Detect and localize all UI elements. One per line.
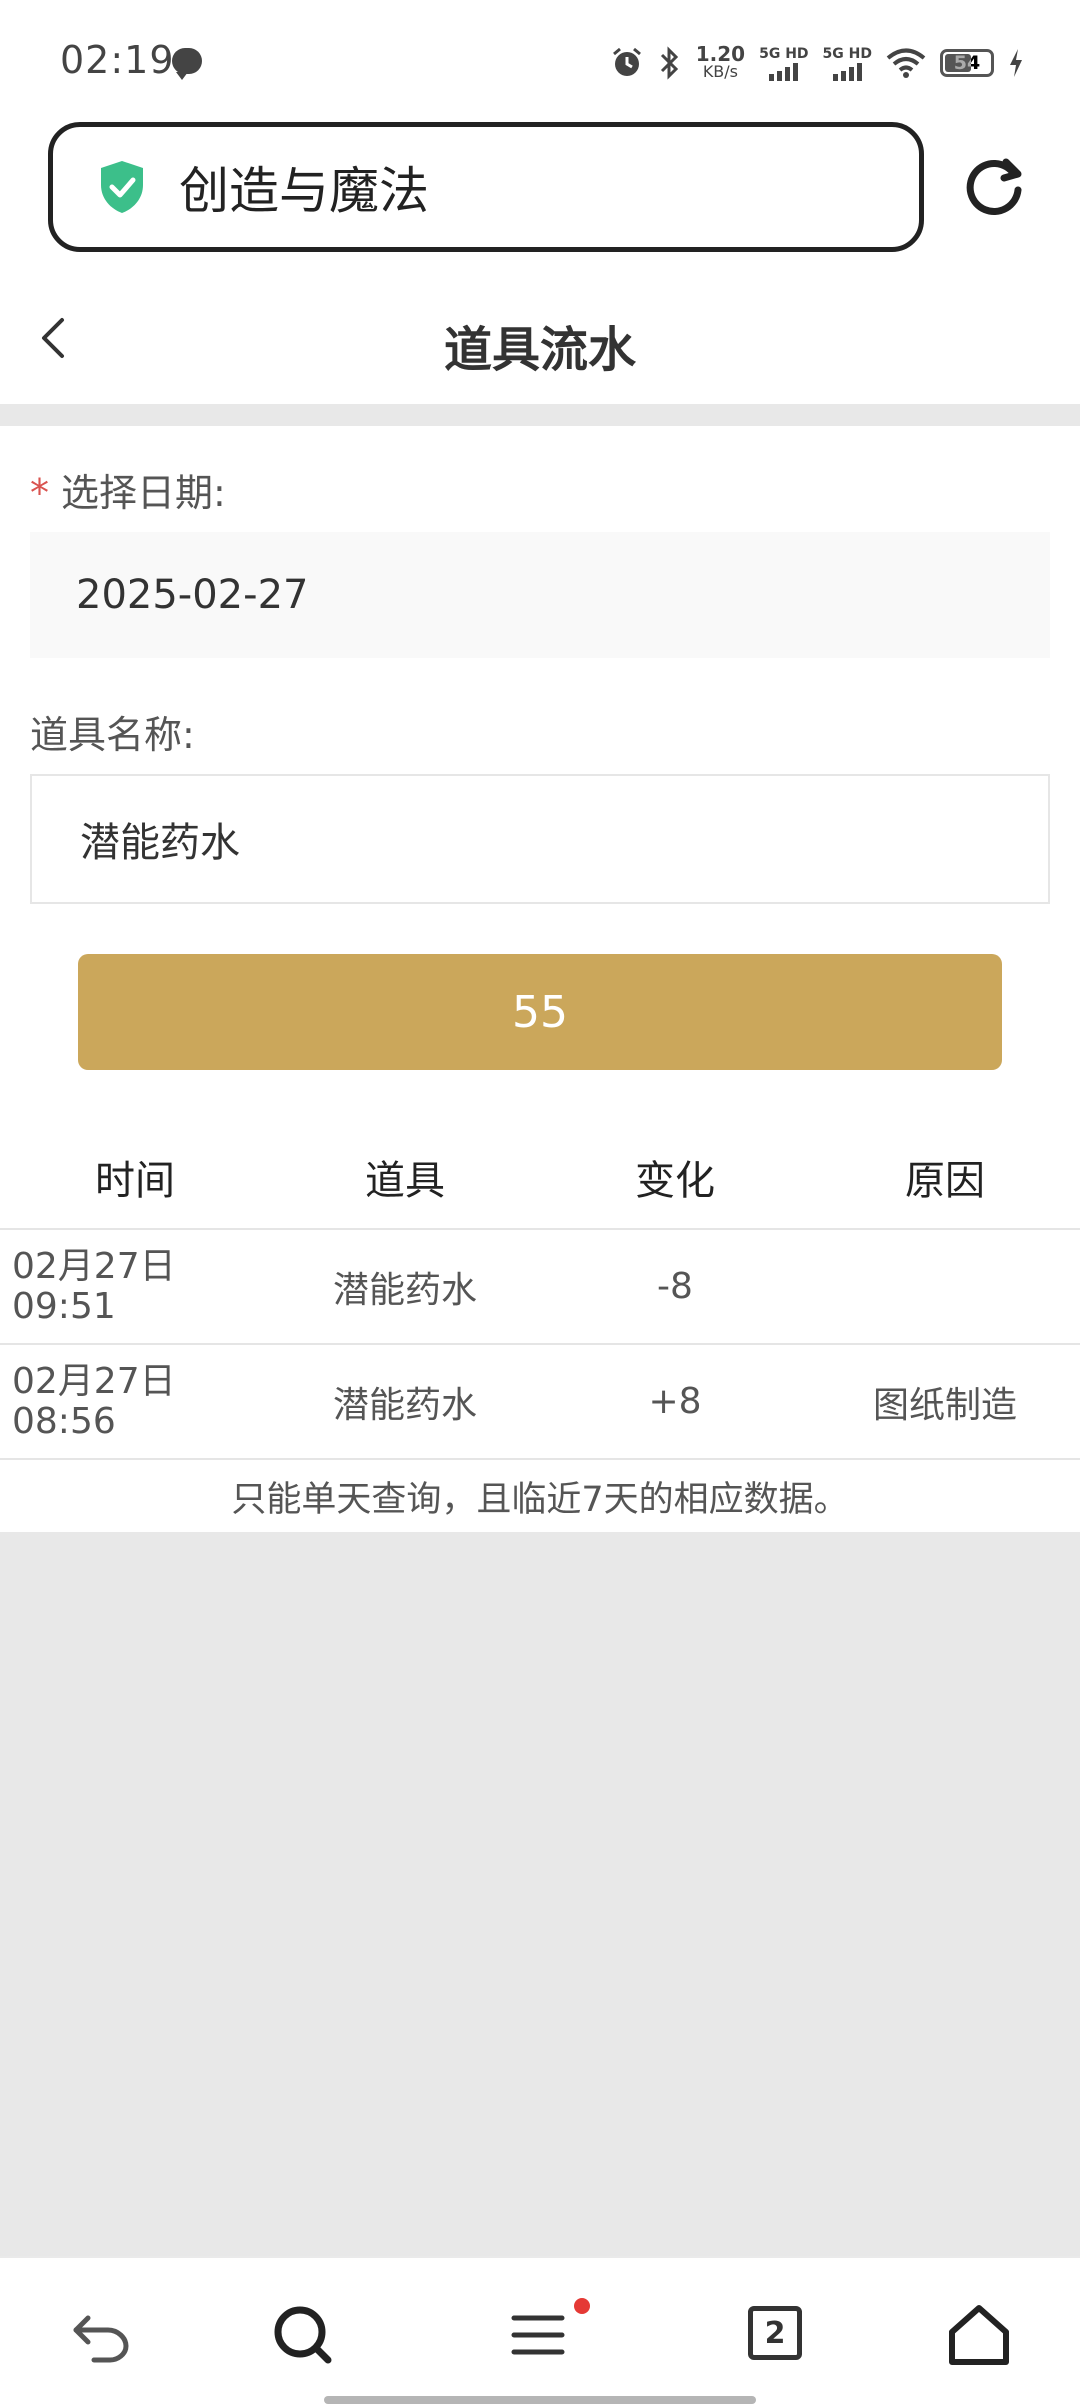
signal-bars-icon [769, 62, 799, 81]
cell-clock: 09:51 [12, 1285, 116, 1327]
shield-check-icon [101, 161, 143, 213]
notification-dot [574, 2298, 590, 2314]
signal-bars-icon [832, 62, 862, 81]
menu-icon[interactable] [504, 2300, 574, 2370]
required-mark: * [30, 471, 49, 515]
status-icons: 1.20 KB/s 5G HD 5G HD 54 [610, 40, 1024, 86]
cell-time: 02月27日 08:56 [0, 1360, 270, 1442]
sim1-signal: 5G HD [759, 45, 809, 81]
address-bar[interactable]: 创造与魔法 [48, 122, 924, 252]
bluetooth-icon [660, 46, 678, 80]
chat-icon [172, 48, 202, 80]
header-reason: 原因 [905, 1158, 985, 1204]
refresh-icon[interactable] [962, 154, 1028, 220]
table-row: 02月27日 08:56 潜能药水 +8 图纸制造 [0, 1345, 1080, 1460]
alarm-icon [612, 47, 641, 76]
cell-clock: 08:56 [12, 1400, 116, 1442]
cell-change: -8 [657, 1266, 693, 1307]
status-time: 02:19 [60, 38, 175, 82]
wifi-icon [886, 48, 926, 78]
page: 02:19 1.20 KB/s 5G HD 5G HD 54 创造与魔法 道具流… [0, 0, 1080, 2408]
submit-button[interactable]: 55 [78, 954, 1002, 1070]
bottom-nav: 2 [0, 2256, 1080, 2408]
cell-item: 潜能药水 [332, 1269, 477, 1311]
item-name-value: 潜能药水 [80, 820, 240, 866]
table-row: 02月27日 09:51 潜能药水 -8 [0, 1230, 1080, 1345]
query-note: 只能单天查询，且临近7天的相应数据。 [231, 1479, 849, 1520]
item-label: 道具名称: [30, 713, 195, 757]
home-indicator[interactable] [324, 2396, 756, 2404]
date-label: * 选择日期: [30, 462, 226, 517]
sim1-label: 5G HD [759, 45, 809, 62]
battery-icon: 54 [940, 49, 994, 77]
page-title: 道具流水 [443, 322, 636, 378]
page-header: 道具流水 [0, 268, 1080, 404]
net-speed-value: 1.20 [695, 42, 746, 66]
tabs-icon[interactable]: 2 [748, 2306, 802, 2360]
cell-time: 02月27日 09:51 [0, 1245, 270, 1327]
cell-date: 02月27日 [12, 1360, 176, 1402]
charging-icon [1010, 49, 1022, 77]
sim2-label: 5G HD [822, 45, 872, 62]
date-value: 2025-02-27 [76, 572, 309, 618]
status-bar: 02:19 1.20 KB/s 5G HD 5G HD 54 [0, 0, 1080, 118]
cell-change: +8 [648, 1381, 702, 1422]
cell-reason: 图纸制造 [872, 1384, 1017, 1426]
address-bar-area: 创造与魔法 [0, 118, 1080, 268]
battery-level: 54 [953, 52, 981, 74]
net-speed: 1.20 KB/s [695, 42, 746, 81]
net-speed-unit: KB/s [702, 62, 739, 81]
item-name-input[interactable]: 潜能药水 [30, 774, 1050, 904]
address-title: 创造与魔法 [179, 162, 429, 220]
sim2-signal: 5G HD [823, 46, 872, 81]
query-form: * 选择日期: 2025-02-27 道具名称: 潜能药水 55 [0, 426, 1080, 1126]
search-icon[interactable] [268, 2300, 338, 2370]
cell-item: 潜能药水 [332, 1384, 477, 1426]
date-picker[interactable]: 2025-02-27 [30, 532, 1050, 658]
header-change: 变化 [635, 1158, 715, 1204]
cell-date: 02月27日 [12, 1245, 176, 1287]
back-arrow-icon[interactable] [66, 2300, 136, 2370]
header-item: 道具 [365, 1158, 445, 1204]
table-header: 时间 道具 变化 原因 [0, 1126, 1080, 1230]
header-time: 时间 [95, 1158, 175, 1204]
records-table: 时间 道具 变化 原因 02月27日 09:51 潜能药水 -8 02月27日 … [0, 1126, 1080, 1532]
date-label-text: 选择日期: [61, 471, 226, 515]
home-icon[interactable] [944, 2300, 1014, 2370]
